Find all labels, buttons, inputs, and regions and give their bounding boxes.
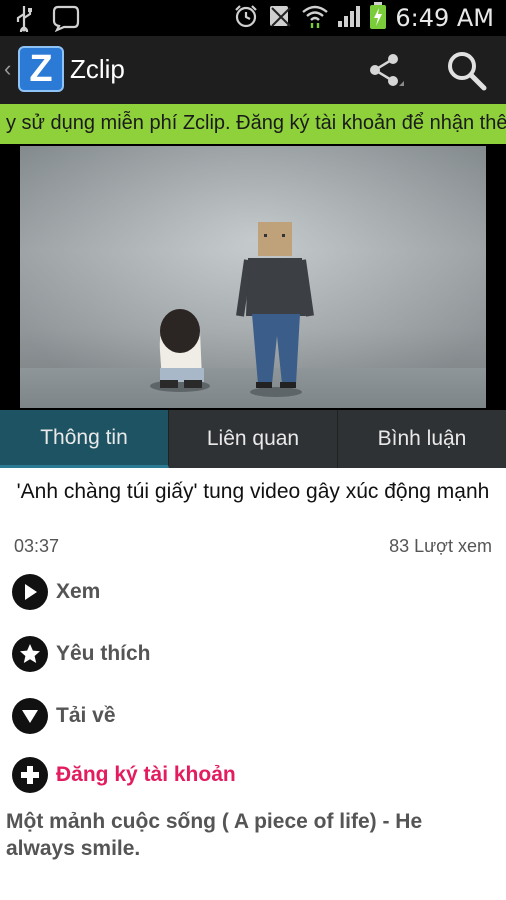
signup-button[interactable]: Đăng ký tài khoản (12, 755, 236, 795)
star-icon (12, 636, 48, 672)
video-duration: 03:37 (14, 536, 60, 556)
status-left-icons (14, 4, 80, 37)
tab-info[interactable]: Thông tin (0, 410, 169, 468)
battery-charging-icon (369, 1, 387, 35)
status-right-icons: 6:49 AM (233, 0, 494, 36)
video-thumbnail (20, 146, 486, 408)
search-icon[interactable] (444, 48, 488, 92)
video-player[interactable] (0, 144, 506, 410)
video-description: Một mảnh cuộc sống ( A piece of life) - … (6, 810, 423, 860)
plus-icon (12, 757, 48, 793)
tab-comments[interactable]: Bình luận (338, 410, 506, 468)
video-scene-image (150, 222, 314, 397)
tab-related[interactable]: Liên quan (169, 410, 338, 468)
app-bar: ‹ Z Zclip (0, 36, 506, 104)
app-title: Zclip (70, 54, 125, 84)
play-icon (12, 574, 48, 610)
signal-icon (337, 4, 361, 33)
promo-marquee[interactable]: y sử dụng miễn phí Zclip. Đăng ký tài kh… (0, 104, 506, 144)
watch-button[interactable]: Xem (12, 572, 100, 612)
status-bar: 6:49 AM (0, 0, 506, 36)
watch-label: Xem (56, 580, 101, 603)
chat-icon (52, 4, 80, 37)
video-title: 'Anh chàng túi giấy' tung video gây xúc … (16, 480, 490, 503)
share-icon[interactable] (366, 50, 406, 90)
promo-marquee-text: y sử dụng miễn phí Zclip. Đăng ký tài kh… (6, 112, 506, 134)
favorite-label: Yêu thích (56, 642, 151, 665)
usb-icon (14, 4, 34, 37)
detail-tabs: Thông tin Liên quan Bình luận (0, 410, 506, 468)
signup-label: Đăng ký tài khoản (56, 763, 236, 786)
video-views: 83 Lượt xem (389, 536, 492, 556)
app-logo[interactable]: Z (18, 46, 64, 92)
alarm-icon (233, 3, 259, 34)
download-button[interactable]: Tải về (12, 696, 116, 736)
favorite-button[interactable]: Yêu thích (12, 634, 151, 674)
no-sim-icon (267, 3, 293, 34)
back-chevron-icon[interactable]: ‹ (4, 56, 11, 82)
clock: 6:49 AM (395, 4, 494, 32)
wifi-icon (301, 3, 329, 34)
download-icon (12, 698, 48, 734)
download-label: Tải về (56, 704, 116, 727)
